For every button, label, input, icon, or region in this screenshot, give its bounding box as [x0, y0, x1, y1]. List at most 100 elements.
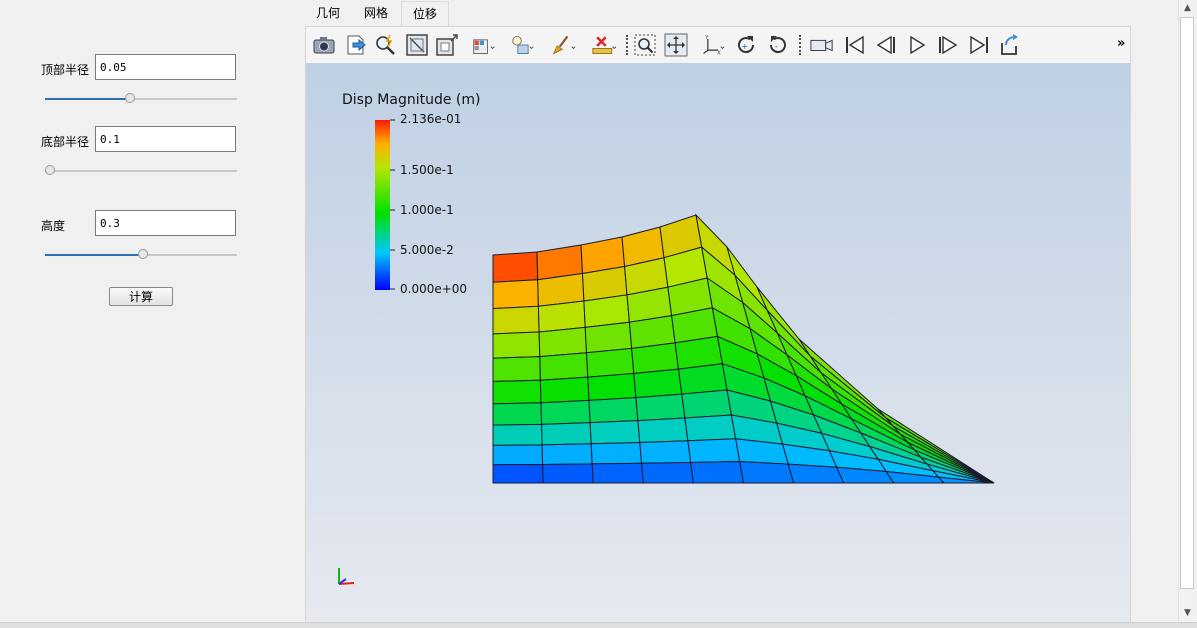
camera-icon[interactable] — [312, 33, 336, 57]
axes-icon[interactable]: YX — [701, 33, 725, 57]
top-radius-input[interactable]: 0.05 — [95, 54, 236, 80]
mesh-cell — [542, 463, 594, 484]
color-legend-bar — [375, 120, 390, 290]
mesh-cell — [541, 422, 592, 446]
play-icon[interactable] — [905, 33, 929, 57]
mesh-cell — [585, 347, 635, 378]
zoom-to-box-icon[interactable] — [633, 33, 657, 57]
light-icon[interactable] — [511, 33, 535, 57]
zoom-to-data-icon[interactable] — [374, 33, 398, 57]
slider-handle[interactable] — [45, 165, 55, 175]
annotation-brush-icon[interactable] — [552, 33, 576, 57]
rotate-ccw-icon[interactable]: - — [766, 33, 790, 57]
legend-title: Disp Magnitude (m) — [342, 92, 481, 108]
mesh-cell — [677, 363, 728, 395]
mesh-cell — [639, 440, 692, 464]
calculate-button[interactable]: 计算 — [109, 287, 173, 306]
mesh-cell — [631, 342, 680, 375]
loop-icon[interactable] — [998, 33, 1022, 57]
mesh-cell — [591, 462, 644, 484]
mesh-cell — [687, 438, 741, 464]
mesh-cell — [492, 251, 539, 283]
next-frame-icon[interactable] — [936, 33, 960, 57]
mesh-cell — [690, 460, 745, 484]
render-viewport[interactable]: Disp Magnitude (m) 2.136e-01 1.500e-1 1.… — [306, 63, 1130, 622]
slider-fill — [45, 254, 143, 256]
zoom-closest-icon[interactable] — [435, 33, 459, 57]
tab-mesh[interactable]: 网格 — [353, 1, 399, 26]
vertical-scrollbar[interactable]: ▲ ▼ — [1178, 0, 1196, 622]
svg-text:-: - — [775, 42, 778, 51]
status-bar — [0, 622, 1197, 628]
mesh-cell — [637, 417, 689, 444]
export-icon[interactable] — [344, 33, 368, 57]
slider-fill — [45, 98, 130, 100]
mesh-cell — [787, 463, 845, 484]
mesh-cell — [492, 356, 541, 383]
orientation-axes — [338, 568, 355, 585]
mesh-cell — [541, 443, 593, 466]
scrollbar-thumb[interactable] — [1180, 17, 1194, 589]
toolbar-overflow-icon[interactable]: » — [1117, 36, 1125, 51]
mesh-cell — [492, 423, 543, 446]
mesh-cell — [492, 402, 543, 426]
legend-label: 1.500e-1 — [400, 163, 454, 177]
mesh-cell — [539, 376, 590, 404]
first-frame-icon[interactable] — [843, 33, 867, 57]
svg-text:Y: Y — [704, 35, 709, 41]
legend-label: 5.000e-2 — [400, 243, 454, 257]
deformed-mesh — [492, 213, 995, 484]
scroll-up-icon[interactable]: ▲ — [1179, 0, 1196, 16]
mesh-cell — [492, 331, 541, 359]
last-frame-icon[interactable] — [967, 33, 991, 57]
mesh-cell — [492, 279, 539, 310]
mesh-cell — [588, 397, 639, 424]
mesh-cell — [539, 352, 589, 381]
svg-text:+: + — [742, 42, 749, 51]
toolbar-separator — [799, 35, 801, 55]
mesh-cell — [537, 300, 586, 333]
mesh-cell — [492, 463, 544, 484]
mesh-cell — [590, 441, 643, 465]
mesh-cell — [589, 420, 641, 445]
mesh-cell — [739, 460, 795, 484]
legend-label: 1.000e-1 — [400, 203, 454, 217]
slider-handle[interactable] — [137, 249, 148, 259]
bottom-radius-label: 底部半径 — [41, 135, 90, 149]
mesh-cell — [584, 321, 633, 354]
mesh-cell — [635, 393, 686, 422]
video-camera-icon[interactable] — [810, 33, 834, 57]
mesh-cell — [538, 326, 588, 358]
reset-camera-frame-icon[interactable] — [405, 33, 429, 57]
bottom-radius-slider[interactable] — [45, 164, 237, 178]
mesh-cell — [684, 414, 737, 442]
mesh-cell — [492, 379, 542, 405]
view-toolbar: YX + - » — [306, 27, 1130, 63]
tab-geometry[interactable]: 几何 — [305, 1, 351, 26]
height-label: 高度 — [41, 219, 66, 233]
legend-label: 2.136e-01 — [400, 112, 462, 126]
prev-frame-icon[interactable] — [874, 33, 898, 57]
height-input[interactable]: 0.3 — [95, 210, 236, 236]
scroll-down-icon[interactable]: ▼ — [1179, 605, 1196, 621]
toolbar-separator — [626, 35, 628, 55]
slider-handle[interactable] — [125, 93, 136, 103]
pan-center-icon[interactable] — [664, 33, 688, 57]
top-radius-slider[interactable] — [45, 92, 237, 106]
svg-text:X: X — [717, 50, 721, 56]
mesh-cell — [641, 461, 694, 484]
render-canvas — [338, 119, 995, 585]
mesh-cell — [540, 399, 591, 425]
render-view-options-icon[interactable] — [472, 33, 496, 57]
tab-displacement[interactable]: 位移 — [401, 1, 450, 26]
top-radius-label: 顶部半径 — [41, 63, 90, 77]
legend-label: 0.000e+00 — [400, 282, 468, 296]
bottom-radius-input[interactable]: 0.1 — [95, 126, 236, 152]
mesh-cell — [492, 444, 544, 466]
height-slider[interactable] — [45, 248, 237, 262]
rotate-cw-icon[interactable]: + — [734, 33, 758, 57]
ruler-delete-icon[interactable] — [592, 33, 616, 57]
mesh-cell — [587, 372, 637, 401]
mesh-cell — [633, 368, 683, 399]
mesh-cell — [681, 389, 732, 419]
